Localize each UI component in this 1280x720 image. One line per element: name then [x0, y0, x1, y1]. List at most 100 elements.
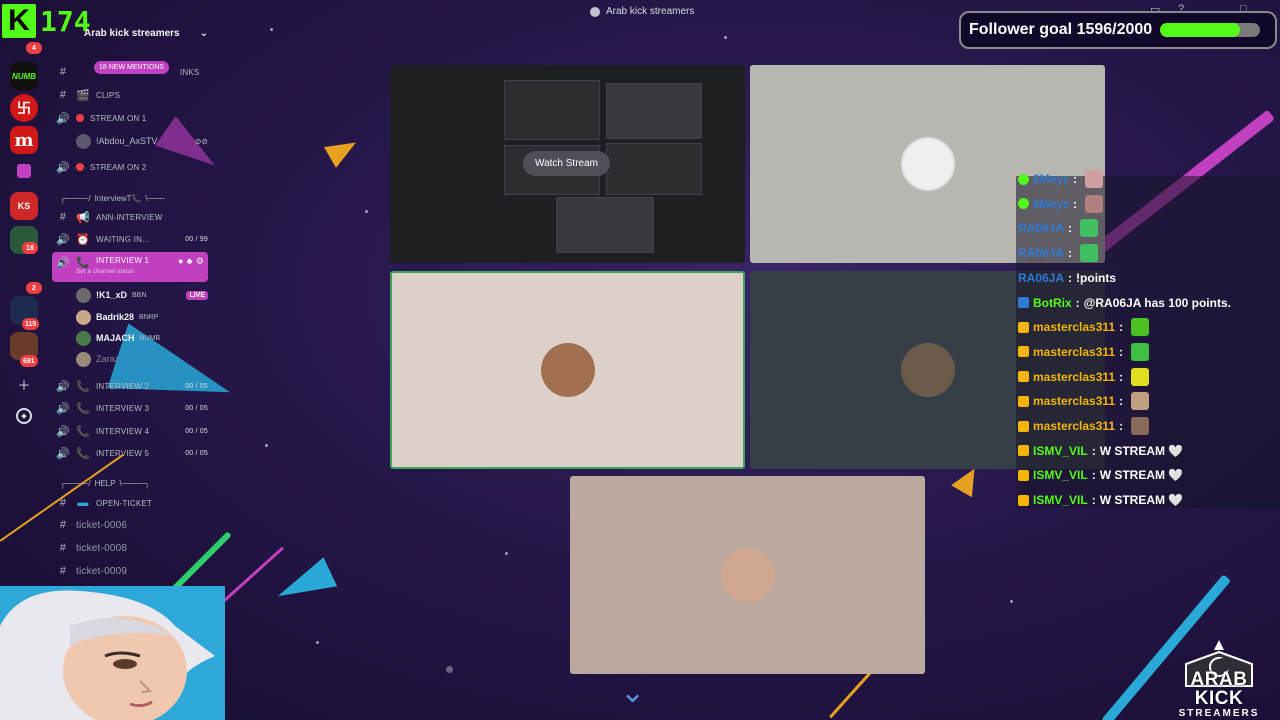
- watch-stream-button[interactable]: Watch Stream: [523, 151, 610, 176]
- chevron-down-icon[interactable]: ⌄: [620, 678, 645, 708]
- speaker-icon: 🔊: [56, 112, 70, 125]
- chat-message: 6Meyz:: [1018, 193, 1104, 215]
- chat-username[interactable]: masterclas311: [1033, 320, 1115, 334]
- category-help[interactable]: ┌────/ HELP \────┐: [60, 479, 208, 488]
- channel-ticket[interactable]: # ticket-0009: [52, 561, 208, 581]
- chat-username[interactable]: masterclas311: [1033, 394, 1115, 408]
- verified-badge-icon: [1018, 198, 1029, 210]
- crown-badge-icon: [1018, 420, 1029, 432]
- ticket-icon: ▬: [77, 497, 89, 509]
- emote-icon: [1085, 170, 1104, 188]
- voice-stream-on-2[interactable]: 🔊 STREAM ON 2: [52, 157, 208, 177]
- phone-icon: 📞: [76, 402, 90, 415]
- crown-badge-icon: [1018, 445, 1029, 457]
- decor-triangle: [324, 132, 362, 168]
- speaker-icon: 🔊: [56, 380, 70, 393]
- chat-username[interactable]: BotRix: [1033, 296, 1072, 310]
- decor-triangle: [270, 557, 338, 611]
- deafened-icon: ⊘⊘: [194, 136, 208, 146]
- chat-username[interactable]: masterclas311: [1033, 419, 1115, 433]
- video-tile-speaking[interactable]: [390, 271, 745, 469]
- server-ks[interactable]: KS: [10, 192, 38, 220]
- channel-ann-interview[interactable]: # 📢 ANN-INTERVIEW: [52, 207, 208, 227]
- user-avatar: [900, 343, 955, 397]
- stream-preview: [504, 80, 600, 140]
- chat-message: ISMV_VIL: W STREAM 🤍: [1018, 464, 1183, 486]
- chat-username[interactable]: masterclas311: [1033, 370, 1115, 384]
- alarm-icon: ⏰: [76, 233, 90, 246]
- chat-username[interactable]: RA06JA: [1018, 271, 1064, 285]
- crown-badge-icon: [1018, 395, 1029, 407]
- star: [505, 552, 508, 555]
- chat-message: masterclas311:: [1018, 390, 1150, 412]
- voice-interview-2[interactable]: 🔊 📞 INTERVIEW 2 00 / 05: [52, 376, 208, 396]
- star: [316, 641, 319, 644]
- category-interview[interactable]: ┌────/ InterviewT📞 \───: [60, 194, 208, 203]
- avatar: [76, 351, 91, 367]
- server-m[interactable]: m: [10, 126, 38, 154]
- server-numb[interactable]: NUMB: [10, 62, 38, 90]
- chat-message: RA06JA:: [1018, 217, 1099, 239]
- chat-username[interactable]: masterclas311: [1033, 345, 1115, 359]
- chat-message: masterclas311:: [1018, 366, 1150, 388]
- voice-interview-5[interactable]: 🔊 📞 INTERVIEW 5 00 / 05: [52, 443, 208, 463]
- explore-icon[interactable]: ◆: [16, 408, 32, 424]
- chat-username[interactable]: ISMV_VIL: [1033, 444, 1088, 458]
- chat-overlay: 6Meyz:6Meyz: RA06JA: RA06JA: RA06JA: !points…: [1016, 170, 1280, 508]
- channel-ticket[interactable]: # ticket-0006: [52, 515, 208, 535]
- chat-separator: :: [1068, 270, 1073, 285]
- chat-username[interactable]: 6Meyz: [1033, 197, 1069, 211]
- chat-username[interactable]: 6Meyz: [1033, 172, 1069, 186]
- speaker-icon: 🔊: [56, 402, 70, 415]
- chat-separator: :: [1068, 221, 1073, 236]
- video-tile[interactable]: [570, 476, 925, 674]
- star: [365, 210, 368, 213]
- mention-badge: 691: [20, 355, 38, 367]
- follower-goal: Follower goal 1596/2000: [959, 11, 1277, 49]
- megaphone-icon: 📢: [76, 211, 90, 224]
- phone-icon: 📞: [76, 380, 90, 393]
- server-header[interactable]: Arab kick streamers ⌄: [52, 28, 208, 39]
- star: [270, 28, 273, 31]
- crown-badge-icon: [1018, 494, 1029, 506]
- user-avatar: [540, 343, 595, 397]
- phone-icon: 📞: [76, 447, 90, 460]
- mention-badge: 18: [22, 242, 38, 254]
- arab-kick-streamers-logo: ARAB KICK STREAMERS: [1166, 636, 1272, 719]
- chat-icon[interactable]: ●: [178, 256, 184, 267]
- voice-user[interactable]: Badrik28 BNRP: [76, 307, 208, 327]
- channel-list: Arab kick streamers ⌄ 18 NEW MENTIONS # …: [52, 24, 212, 584]
- voice-waiting[interactable]: 🔊 ⏰ WAITING IN... 00 / 99: [52, 229, 208, 249]
- add-member-icon[interactable]: ♣: [187, 256, 193, 267]
- chat-separator: :: [1119, 344, 1124, 359]
- gear-icon[interactable]: ⚙: [196, 256, 204, 267]
- voice-user[interactable]: !Abdou_AxSTV ⊘⊘: [76, 131, 208, 151]
- avatar: [76, 287, 91, 303]
- stream-preview: [606, 143, 702, 195]
- channel-links[interactable]: # INKS: [52, 62, 208, 82]
- channel-clips[interactable]: # 🎬 CLIPS: [52, 85, 208, 105]
- chat-username[interactable]: RA06JA: [1018, 221, 1064, 235]
- voice-interview-3[interactable]: 🔊 📞 INTERVIEW 3 00 / 05: [52, 398, 208, 418]
- speaker-icon: 🔊: [56, 257, 70, 269]
- voice-stream-on-1[interactable]: 🔊 STREAM ON 1: [52, 108, 208, 128]
- chat-separator: :: [1091, 493, 1096, 508]
- add-server-icon[interactable]: ＋: [16, 376, 32, 393]
- voice-interview-4[interactable]: 🔊 📞 INTERVIEW 4 00 / 05: [52, 421, 208, 441]
- server-red-emblem[interactable]: 卐: [10, 94, 38, 122]
- chat-username[interactable]: RA06JA: [1018, 246, 1064, 260]
- bot-badge-icon: [1018, 297, 1029, 308]
- speaker-icon: 🔊: [56, 425, 70, 438]
- chat-username[interactable]: ISMV_VIL: [1033, 493, 1088, 507]
- channel-open-ticket[interactable]: # ▬ OPEN-TICKET: [52, 493, 208, 513]
- stream-tile[interactable]: Watch Stream: [390, 65, 745, 263]
- voice-user[interactable]: Zaraz: [76, 349, 208, 369]
- folder-icon[interactable]: [17, 164, 31, 178]
- chat-separator: :: [1119, 369, 1124, 384]
- voice-user[interactable]: MAJACH NUMB: [76, 328, 208, 348]
- chat-username[interactable]: ISMV_VIL: [1033, 468, 1088, 482]
- chat-message: BotRix: @RA06JA has 100 points.: [1018, 292, 1231, 314]
- channel-ticket[interactable]: # ticket-0008: [52, 538, 208, 558]
- voice-user[interactable]: !K1_xD BBN LIVE: [76, 285, 208, 305]
- voice-interview-1[interactable]: 🔊 📞 INTERVIEW 1 Set a channel status ● ♣…: [52, 252, 208, 282]
